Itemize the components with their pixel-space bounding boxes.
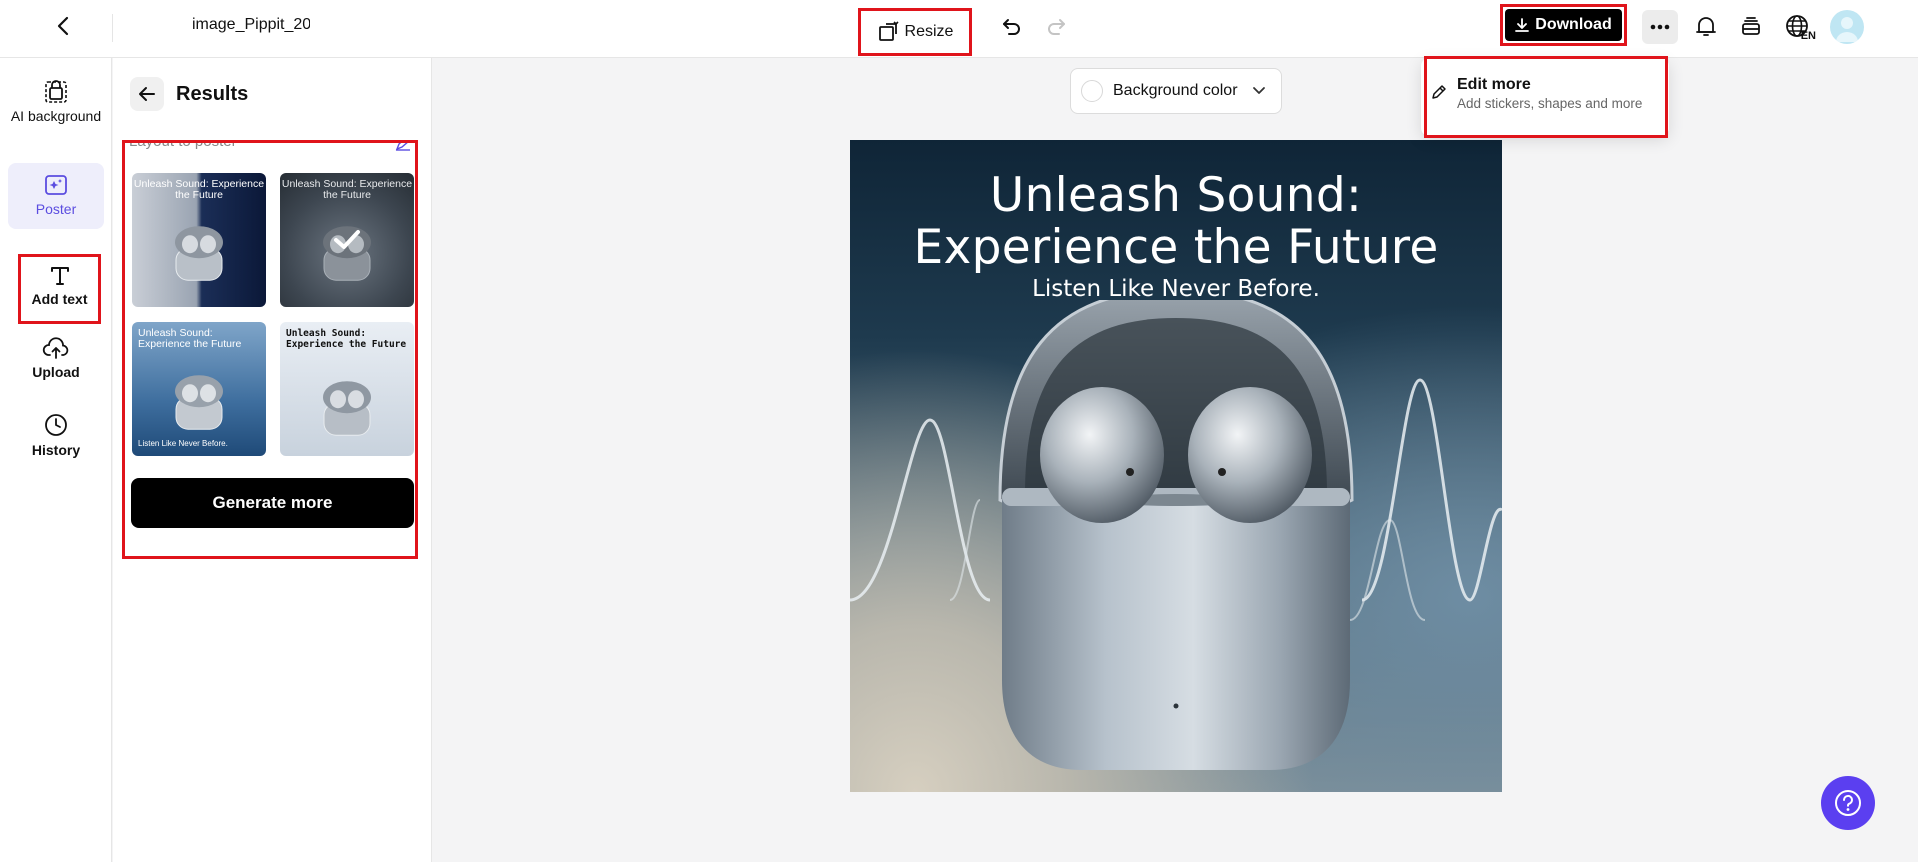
earbuds-image-icon: [175, 225, 223, 281]
poster-title-line-2: Experience the Future: [913, 220, 1439, 275]
stack-icon: [1742, 17, 1760, 35]
more-icon: [1650, 24, 1670, 30]
rail-label-history: History: [31, 442, 81, 458]
poster-icon: [45, 175, 67, 195]
panel-title: Results: [176, 83, 249, 105]
edit-icon: [395, 143, 410, 151]
rail-label-add-text: Add text: [31, 291, 88, 307]
earbuds-case-image: [850, 300, 1502, 770]
download-button[interactable]: Download: [1505, 9, 1622, 41]
redo-button[interactable]: [1042, 12, 1070, 40]
poster-canvas[interactable]: Unleash Sound: Experience the Future Lis…: [850, 140, 1502, 792]
avatar[interactable]: [1830, 10, 1864, 44]
resize-label: Resize: [904, 23, 954, 40]
result-thumbnail-3[interactable]: Unleash Sound: Experience the Future Lis…: [132, 322, 266, 456]
rail-label-ai-background: AI background: [10, 108, 102, 124]
language-code: EN: [1800, 30, 1816, 42]
edit-layout-button[interactable]: [395, 143, 411, 156]
rail-label-poster: Poster: [35, 201, 77, 217]
download-icon: [1515, 18, 1530, 32]
rail-label-upload: Upload: [32, 364, 80, 380]
more-options-button[interactable]: [1642, 10, 1678, 44]
bell-icon: [1696, 17, 1716, 36]
clock-icon: [45, 414, 67, 436]
results-grid: Layout to poster Unleash Sound: Experien…: [122, 140, 418, 559]
undo-icon: [1003, 19, 1020, 35]
user-avatar-icon: [1836, 17, 1858, 42]
rail-item-upload[interactable]: Upload: [8, 336, 104, 380]
rail-item-history[interactable]: History: [8, 412, 104, 458]
language-button[interactable]: EN: [1780, 10, 1816, 44]
text-icon: [50, 267, 69, 285]
rail-item-ai-background[interactable]: AI background: [8, 76, 104, 124]
section-label: Layout to poster: [129, 140, 237, 150]
rail-item-add-text[interactable]: Add text: [18, 254, 101, 324]
notifications-button[interactable]: [1692, 12, 1720, 40]
poster-title-line-1: Unleash Sound:: [989, 168, 1363, 223]
thumbnail-title: Unleash Sound: Experience the Future: [133, 178, 265, 201]
redo-icon: [1048, 19, 1065, 35]
background-color-label: Background color: [1113, 82, 1238, 99]
help-button[interactable]: [1821, 776, 1875, 830]
arrow-left-icon: [139, 87, 155, 101]
result-thumbnail-4[interactable]: Unleash Sound: Experience the Future: [280, 322, 414, 456]
undo-button[interactable]: [998, 12, 1026, 40]
results-panel: Results Layout to poster Unleash Sound: …: [113, 58, 432, 862]
left-toolbar: AI background Poster Add text Upload His…: [0, 58, 112, 862]
rail-item-poster[interactable]: Poster: [8, 163, 104, 229]
top-bar: image_Pippit_20 Resize Download EN: [0, 0, 1918, 58]
chevron-down-icon: [1252, 87, 1265, 94]
thumbnail-title: Unleash Sound: Experience the Future: [138, 327, 242, 350]
earbuds-image-icon: [323, 381, 371, 437]
help-icon: [1835, 790, 1861, 816]
download-label: Download: [1535, 16, 1612, 33]
background-color-button[interactable]: Background color: [1070, 68, 1282, 114]
result-thumbnail-2[interactable]: Unleash Sound: Experience the Future: [280, 173, 414, 307]
resize-icon: [878, 21, 899, 41]
divider: [112, 14, 113, 42]
result-thumbnail-1[interactable]: Unleash Sound: Experience the Future: [132, 173, 266, 307]
resize-button[interactable]: Resize: [858, 8, 972, 56]
selected-check-icon: [334, 230, 360, 249]
ai-background-icon: [45, 80, 67, 103]
thumbnail-subtitle: Listen Like Never Before.: [138, 439, 228, 448]
color-swatch: [1081, 80, 1103, 102]
thumbnail-title: Unleash Sound: Experience the Future: [286, 328, 407, 350]
back-button[interactable]: [50, 12, 78, 40]
panel-back-button[interactable]: [130, 77, 164, 111]
projects-button[interactable]: [1737, 12, 1765, 40]
thumbnail-title: Unleash Sound: Experience the Future: [281, 178, 413, 201]
poster-title[interactable]: Unleash Sound: Experience the Future: [850, 170, 1502, 274]
earbuds-image-icon: [175, 374, 223, 430]
upload-cloud-icon: [42, 337, 69, 359]
edit-more-highlight: [1424, 56, 1668, 138]
chevron-left-icon: [57, 16, 69, 36]
file-name[interactable]: image_Pippit_20: [192, 16, 310, 34]
poster-subtitle[interactable]: Listen Like Never Before.: [850, 276, 1502, 302]
generate-more-button[interactable]: Generate more: [131, 478, 414, 528]
